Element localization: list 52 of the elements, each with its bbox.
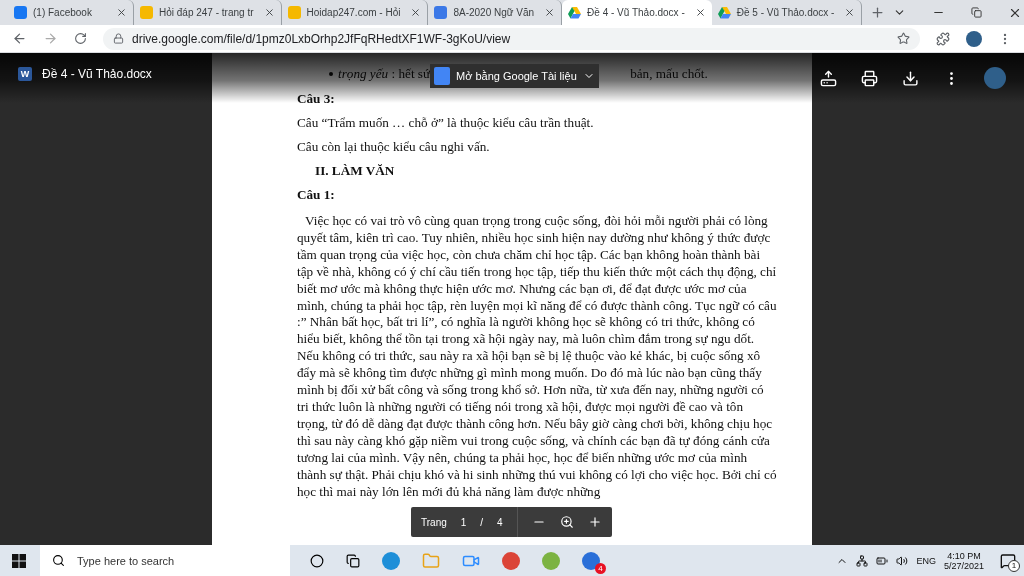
notification-count: 1	[1008, 559, 1020, 572]
page-number[interactable]: 1	[460, 516, 467, 528]
back-icon[interactable]	[12, 31, 27, 46]
restore-icon[interactable]	[971, 7, 983, 18]
lock-icon	[113, 33, 124, 44]
close-icon[interactable]	[844, 7, 856, 18]
open-with-button[interactable]: Mở bằng Google Tài liệu	[430, 64, 599, 88]
taskbar-search-field[interactable]: Type here to search	[40, 545, 290, 576]
cortana-icon[interactable]	[310, 553, 324, 568]
new-tab-icon[interactable]	[870, 5, 886, 20]
browser-tab[interactable]: Đề 4 - Vũ Thảo.docx -	[562, 0, 712, 25]
battery-icon[interactable]	[876, 554, 889, 567]
section-heading: II. LÀM VĂN	[315, 163, 396, 179]
language-indicator[interactable]: ENG	[916, 555, 936, 566]
close-icon[interactable]	[263, 7, 275, 18]
network-icon[interactable]	[856, 554, 869, 567]
page-label: Trang	[421, 516, 447, 528]
close-icon[interactable]	[410, 7, 422, 18]
bullet-icon	[329, 72, 333, 76]
word-file-icon: W	[18, 67, 32, 81]
extensions-icon[interactable]	[936, 31, 950, 46]
drive-icon	[717, 6, 731, 19]
bullet-text: bản, mấu chốt.	[630, 66, 708, 82]
clock-time[interactable]: 4:10 PM	[947, 550, 981, 561]
notification-badge: 4	[595, 562, 606, 574]
close-icon[interactable]	[544, 7, 556, 18]
star-icon[interactable]	[897, 32, 910, 45]
task-view-icon[interactable]	[346, 553, 360, 568]
file-name: Đề 4 - Vũ Thảo.docx	[42, 67, 152, 81]
address-bar[interactable]: drive.google.com/file/d/1pmz0LxbOrhp2JfFqRHedtXF1WF-3gKoU/view	[103, 27, 920, 50]
question-heading: Câu 3:	[297, 91, 336, 107]
windows-logo-icon[interactable]	[12, 553, 26, 568]
close-icon[interactable]	[116, 7, 127, 18]
clock-date[interactable]: 5/27/2021	[943, 560, 984, 571]
zoom-in-icon[interactable]	[587, 515, 602, 529]
reload-icon[interactable]	[74, 32, 87, 45]
print-icon[interactable]	[861, 69, 878, 87]
volume-icon[interactable]	[896, 554, 909, 567]
question-heading: Câu 1:	[297, 187, 336, 203]
zoom-icon[interactable]	[559, 515, 574, 529]
page-total: 4	[497, 516, 503, 528]
bullet-text: trọng yếu : hết sứ	[338, 66, 431, 82]
page-separator: /	[480, 516, 484, 528]
paragraph: Câu “Trẩm muốn … chỗ ở” là thuộc kiểu câu trần thuật.	[297, 115, 595, 131]
paragraph: Câu còn lại thuộc kiểu câu nghi vấn.	[297, 139, 491, 155]
download-icon[interactable]	[902, 69, 919, 87]
profile-avatar[interactable]	[966, 30, 982, 47]
close-icon[interactable]	[694, 7, 706, 18]
paragraph: Việc học có vai trò vô cùng quan trọng trong cuộc sống, đòi hỏi mỗi người phải có lòng quyết tâm, kiên trì cao. Tuy nhiên, nhiều học sinh hiện nay dường như không ý thức được tầm quan trọng của việc học, còn chưa chăm chỉ học tập. Các bạn không hoàn thành bài tập về nhà, không có ý chí cầu tiến trong học tập, tiếp thu kiến thức một cách thụ động, chỉ biết mơ ước mà không thực hiện ước mơ. Nhưng các bạn ơi, để đạt được ước mơ của mình, chúng ta phải học tập, rèn luyện mọi kĩ năng để có được thành công. Tục ngữ có câu :” Nhân bất học, bất tri lí”, có nghĩa là người không học sẽ không có tri thức, không có hiểu biết, không thể tồn tại trong xã hội ngày nay, mà luôn chìm đắm trong sự ngu dốt. Nếu không có tri thức, sau này ra xã hội bạn sẽ bị lệ thuộc vào kẻ khác, bị cuộc sống xô đẩy mà sẽ không tìm được những gì mình mong muốn. Do đó mà lúc nào bạn cũng thấy mình bị đối xử bất công và sống trong khổ sở. Hơn nữa, từ xưa đến nay, những người có tri thức luôn là những người có tiếng nói trong xã hội, được mọi người đề cao và tôn trọng, từ đó dễ dàng đạt được thành công hơn. Nếu bây giờ càng chơi bời, không chịu học thì sau này càng khó gặp niềm vui trong cuộc sống, và chính các bạn đã tự đóng cánh cửa tương lai của mình. Vậy nên, chúng ta phải học, học để biến những ước mơ của mình thành sự thật. Phải chịu khó và hi sinh những thú vui không có lợi cho việc học. Bởi chỉ có học thì mai này lớn lên mới đủ khả năng làm được những	[297, 213, 777, 501]
drive-icon	[568, 6, 582, 19]
profile-avatar[interactable]	[984, 67, 1006, 89]
search-icon	[52, 554, 65, 567]
